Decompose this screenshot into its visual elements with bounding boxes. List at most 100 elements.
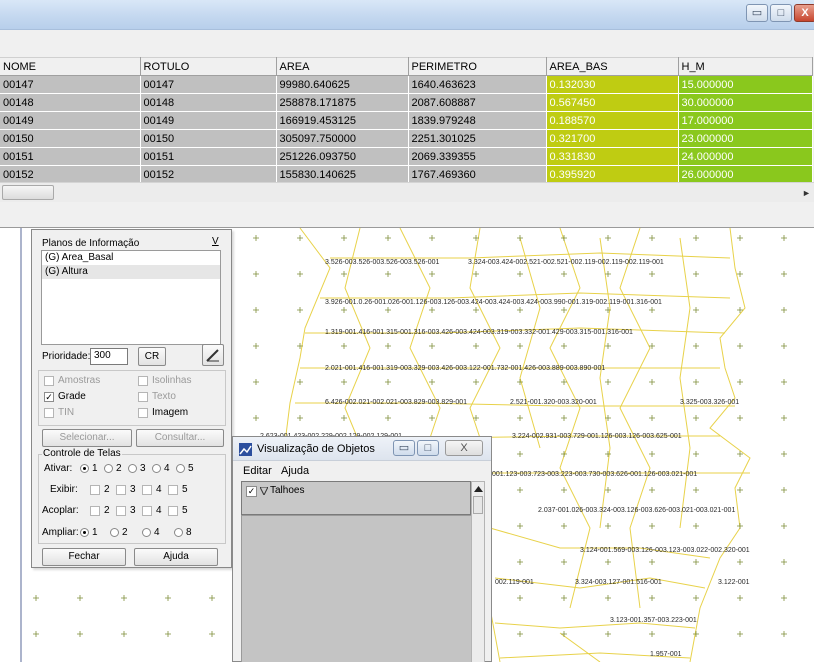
consultar-button[interactable]: Consultar... — [136, 429, 224, 447]
grid-marker — [605, 379, 611, 385]
planos-dropdown-button[interactable]: V — [212, 236, 219, 247]
object-item-talhoes[interactable]: ✓ Talhoes — [241, 481, 471, 515]
table-row[interactable]: 00149 00149 166919.453125 1839.979248 0.… — [0, 111, 813, 130]
acoplar-checkbox-3[interactable] — [116, 506, 126, 516]
fechar-button[interactable]: Fechar — [42, 548, 126, 566]
prioridade-input[interactable]: 300 — [90, 348, 128, 365]
ampliar-radio-1[interactable] — [80, 528, 89, 537]
acoplar-num: 3 — [130, 505, 136, 516]
talhoes-checkbox[interactable]: ✓ — [246, 486, 257, 497]
grid-marker — [385, 307, 391, 313]
table-cell: 258878.171875 — [276, 93, 409, 112]
grid-marker — [737, 235, 743, 241]
ativar-num: 2 — [116, 463, 122, 474]
vis-minimize-button[interactable]: ▭ — [393, 440, 415, 456]
tin-checkbox[interactable] — [44, 408, 54, 418]
grid-marker — [737, 631, 743, 637]
grade-checkbox[interactable]: ✓ — [44, 392, 54, 402]
object-list[interactable] — [241, 515, 481, 662]
table-cell: 15.000000 — [678, 75, 813, 94]
grid-marker — [737, 487, 743, 493]
grid-marker — [649, 271, 655, 277]
acoplar-checkbox-2[interactable] — [90, 506, 100, 516]
vis-maximize-button[interactable]: □ — [417, 440, 439, 456]
layer-list[interactable]: (G) Area_Basal (G) Altura — [41, 250, 221, 345]
column-header[interactable]: AREA_BAS — [546, 57, 679, 76]
grid-marker — [781, 631, 787, 637]
grid-marker — [649, 595, 655, 601]
isolinhas-checkbox[interactable] — [138, 376, 148, 386]
ampliar-num: 1 — [92, 527, 98, 538]
ativar-num: 4 — [164, 463, 170, 474]
table-row[interactable]: 00150 00150 305097.750000 2251.301025 0.… — [0, 129, 813, 148]
horizontal-scrollbar[interactable]: ► — [0, 182, 814, 202]
grid-marker — [297, 415, 303, 421]
grid-marker — [649, 487, 655, 493]
exibir-checkbox-3[interactable] — [116, 485, 126, 495]
column-header[interactable]: AREA — [276, 57, 409, 76]
ampliar-radio-4[interactable] — [142, 528, 151, 537]
grid-marker — [649, 235, 655, 241]
ativar-radio-1[interactable] — [80, 464, 89, 473]
exibir-checkbox-5[interactable] — [168, 485, 178, 495]
exibir-checkbox-4[interactable] — [142, 485, 152, 495]
vis-title-bar: Visualização de Objetos ▭ □ X — [233, 437, 491, 461]
texto-checkbox[interactable] — [138, 392, 148, 402]
menu-ajuda[interactable]: Ajuda — [281, 465, 309, 477]
table-row[interactable]: 00147 00147 99980.640625 1640.463623 0.1… — [0, 75, 813, 94]
minimize-button[interactable]: ▭ — [746, 4, 768, 22]
column-header[interactable]: ROTULO — [140, 57, 277, 76]
cr-button[interactable]: CR — [138, 347, 166, 366]
table-row[interactable]: 00148 00148 258878.171875 2087.608887 0.… — [0, 93, 813, 112]
grid-marker — [781, 235, 787, 241]
vis-close-button[interactable]: X — [445, 440, 483, 456]
grid-marker — [429, 235, 435, 241]
column-header[interactable]: NOME — [0, 57, 141, 76]
ativar-radio-4[interactable] — [152, 464, 161, 473]
grid-marker — [781, 523, 787, 529]
close-button[interactable]: X — [794, 4, 814, 22]
pencil-button[interactable] — [202, 344, 224, 366]
table-cell: 30.000000 — [678, 93, 813, 112]
grid-marker — [517, 271, 523, 277]
grid-marker — [781, 343, 787, 349]
scroll-right-arrow-icon[interactable]: ► — [802, 186, 812, 200]
table-cell: 00149 — [140, 111, 277, 130]
map-window-icon — [239, 443, 252, 456]
imagem-checkbox[interactable] — [138, 408, 148, 418]
grid-marker — [693, 523, 699, 529]
grid-marker — [693, 271, 699, 277]
table-cell: 00148 — [140, 93, 277, 112]
scroll-up-arrow-icon[interactable] — [474, 486, 483, 492]
layer-item[interactable]: (G) Altura — [42, 265, 220, 279]
selecionar-button[interactable]: Selecionar... — [42, 429, 132, 447]
menu-editar[interactable]: Editar — [243, 465, 272, 477]
table-cell: 0.321700 — [546, 129, 679, 148]
ampliar-radio-8[interactable] — [174, 528, 183, 537]
grid-marker — [561, 307, 567, 313]
table-row[interactable]: 00151 00151 251226.093750 2069.339355 0.… — [0, 147, 813, 166]
ativar-radio-5[interactable] — [176, 464, 185, 473]
column-header[interactable]: H_M — [678, 57, 813, 76]
grid-marker — [517, 343, 523, 349]
exibir-label: Exibir: — [50, 484, 78, 495]
exibir-checkbox-2[interactable] — [90, 485, 100, 495]
column-header[interactable]: PERIMETRO — [408, 57, 547, 76]
grid-marker — [649, 307, 655, 313]
vis-scroll-thumb[interactable] — [473, 496, 483, 514]
grid-marker — [693, 343, 699, 349]
grid-value-label: 3.325-003.326-001 — [680, 399, 739, 406]
ampliar-radio-2[interactable] — [110, 528, 119, 537]
ativar-radio-3[interactable] — [128, 464, 137, 473]
table-row[interactable]: 00152 00152 155830.140625 1767.469360 0.… — [0, 165, 813, 184]
amostras-checkbox[interactable] — [44, 376, 54, 386]
acoplar-checkbox-4[interactable] — [142, 506, 152, 516]
layer-item[interactable]: (G) Area_Basal — [42, 251, 220, 265]
vis-vertical-scrollbar[interactable] — [471, 481, 485, 662]
scroll-thumb[interactable] — [2, 185, 54, 200]
acoplar-checkbox-5[interactable] — [168, 506, 178, 516]
grid-value-label: 3.324-003.424-002.521-002.521-002.119-00… — [468, 259, 664, 266]
ativar-radio-2[interactable] — [104, 464, 113, 473]
ajuda-button[interactable]: Ajuda — [134, 548, 218, 566]
maximize-button[interactable]: □ — [770, 4, 792, 22]
